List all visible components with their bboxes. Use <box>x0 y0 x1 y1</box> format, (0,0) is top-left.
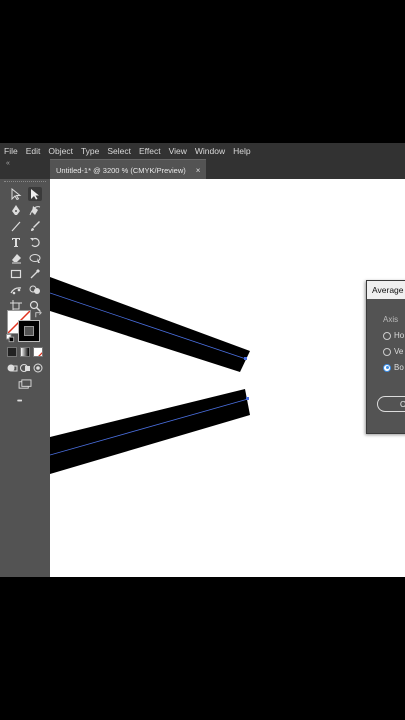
document-tab[interactable]: Untitled-1* @ 3200 % (CMYK/Preview) × <box>50 159 207 180</box>
rotate-tool-icon[interactable] <box>28 235 42 249</box>
document-tab-title: Untitled-1* @ 3200 % (CMYK/Preview) <box>56 165 186 175</box>
illustrator-window: File Edit Object Type Select Effect View… <box>0 143 405 577</box>
radio-both[interactable]: Bo <box>383 363 404 372</box>
upper-stroke-shape[interactable] <box>50 277 250 372</box>
menu-file[interactable]: File <box>0 143 22 159</box>
type-tool-icon[interactable] <box>9 235 23 249</box>
radio-horizontal[interactable]: Ho <box>383 331 404 340</box>
color-mode-button[interactable] <box>7 347 17 357</box>
shape-builder-tool-icon[interactable] <box>28 283 42 297</box>
collapse-panel-button[interactable]: « <box>6 160 10 167</box>
edit-toolbar-button[interactable]: ••• <box>17 398 22 405</box>
menu-object[interactable]: Object <box>44 143 77 159</box>
stroke-swatch[interactable] <box>18 320 40 342</box>
default-colors-icon[interactable] <box>5 333 15 343</box>
menu-type[interactable]: Type <box>77 143 103 159</box>
menu-window[interactable]: Window <box>191 143 229 159</box>
none-slash-icon <box>38 352 42 356</box>
draw-normal-icon[interactable] <box>6 362 18 374</box>
menu-effect[interactable]: Effect <box>135 143 165 159</box>
paintbrush-tool-icon[interactable] <box>28 219 42 233</box>
selection-tool-icon[interactable] <box>9 187 23 201</box>
radio-vertical-label: Ve <box>394 347 404 356</box>
curvature-tool-icon[interactable] <box>28 203 42 217</box>
radio-vertical-dot[interactable] <box>383 347 391 356</box>
lower-path-highlight <box>50 398 249 456</box>
menu-edit[interactable]: Edit <box>22 143 45 159</box>
eraser-tool-icon[interactable] <box>9 251 23 265</box>
panel-grip[interactable] <box>4 181 46 185</box>
menu-view[interactable]: View <box>165 143 191 159</box>
upper-anchor-point[interactable] <box>244 357 247 360</box>
menu-select[interactable]: Select <box>103 143 135 159</box>
rectangle-tool-icon[interactable] <box>9 267 23 281</box>
draw-inside-icon[interactable] <box>32 362 44 374</box>
screen-mode-icon[interactable] <box>17 378 33 390</box>
eyedropper-tool-icon[interactable] <box>28 267 42 281</box>
dialog-title[interactable]: Average <box>367 281 405 299</box>
puppet-warp-tool-icon[interactable] <box>9 283 23 297</box>
menu-help[interactable]: Help <box>229 143 254 159</box>
swap-fill-stroke-icon[interactable] <box>33 309 43 319</box>
radio-both-label: Bo <box>394 363 404 372</box>
average-dialog: Average Axis Ho Ve Bo O <box>366 280 405 434</box>
ok-button[interactable]: O <box>377 396 405 412</box>
blob-brush-tool-icon[interactable] <box>28 251 42 265</box>
radio-vertical[interactable]: Ve <box>383 347 403 356</box>
lower-stroke-shape[interactable] <box>50 389 250 474</box>
upper-path-highlight <box>50 292 247 360</box>
gradient-mode-button[interactable] <box>20 347 30 357</box>
radio-horizontal-dot[interactable] <box>383 331 391 340</box>
axis-label: Axis <box>383 315 399 324</box>
tools-panel: ••• <box>0 179 50 577</box>
close-tab-icon[interactable]: × <box>196 166 201 175</box>
draw-behind-icon[interactable] <box>19 362 31 374</box>
artwork <box>50 277 250 474</box>
artboard-canvas[interactable] <box>50 179 405 577</box>
menu-bar: File Edit Object Type Select Effect View… <box>0 143 405 159</box>
document-tab-row: « Untitled-1* @ 3200 % (CMYK/Preview) × <box>0 159 405 180</box>
stroke-inner <box>24 326 34 336</box>
radio-both-dot[interactable] <box>383 363 391 372</box>
line-tool-icon[interactable] <box>9 219 23 233</box>
radio-horizontal-label: Ho <box>394 331 405 340</box>
none-mode-button[interactable] <box>33 347 43 357</box>
lower-anchor-point[interactable] <box>246 397 249 400</box>
direct-selection-tool-icon[interactable] <box>28 187 42 201</box>
pen-tool-icon[interactable] <box>9 203 23 217</box>
